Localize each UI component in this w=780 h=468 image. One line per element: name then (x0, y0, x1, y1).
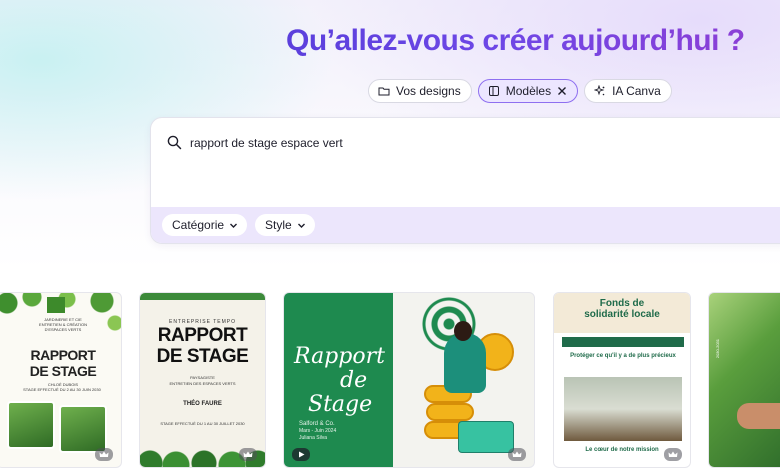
crown-icon (99, 451, 109, 457)
year-label: 2030-2031 (715, 339, 720, 359)
sparkle-icon (594, 85, 605, 96)
meta-line: Salford & Co. (299, 421, 335, 427)
template-card[interactable]: ENTREPRISE TEMPO RAPPORT DE STAGE PAYSAG… (139, 292, 266, 468)
template-title: Fonds de solidarité locale (554, 298, 690, 320)
template-card[interactable]: Rapport de Stage Salford & Co. Mars - Ju… (283, 292, 535, 468)
search-row[interactable]: rapport de stage espace vert (167, 135, 343, 150)
title-line: solidarité locale (584, 309, 660, 320)
filter-categorie[interactable]: Catégorie (162, 214, 248, 236)
title-line: DE STAGE (156, 346, 249, 367)
crown-icon (512, 451, 522, 457)
folder-icon (378, 87, 390, 96)
section-heading: Protéger ce qu'il y a de plus précieux (570, 353, 676, 359)
play-icon (298, 451, 304, 458)
top-band (140, 293, 265, 300)
title-line: RAPPORT (30, 347, 96, 363)
filter-bar: Catégorie Style (151, 207, 780, 243)
template-icon (488, 86, 499, 96)
template-title: RAPPORT DE STAGE (140, 325, 265, 367)
title-line: Rapport (294, 344, 385, 369)
intern-name: THÉO FAURE (183, 401, 222, 407)
close-icon[interactable] (557, 86, 567, 96)
period: STAGE EFFECTUÉ DU 1 AU 30 JUILLET 2030 (160, 421, 245, 426)
role: PAYSAGISTE ENTRETIEN DES ESPACES VERTS (140, 375, 265, 387)
template-title: RAPPORT DE STAGE (5, 347, 121, 379)
period: STAGE EFFECTUÉ DU 2 AU 30 JUIN 2030 (23, 387, 101, 392)
title-line: Fonds de (599, 298, 645, 309)
tab-label: IA Canva (612, 84, 661, 98)
title-line: DE STAGE (29, 363, 97, 379)
photo (59, 405, 107, 453)
video-badge (292, 448, 310, 461)
search-input[interactable]: rapport de stage espace vert (190, 136, 343, 150)
page-headline: Qu’allez-vous créer aujourd’hui ? (286, 24, 745, 57)
tab-label: Modèles (505, 84, 552, 98)
meta-line: Juliana Silva (299, 435, 328, 441)
tab-label: Vos designs (396, 84, 461, 98)
role-line: ENTRETIEN DES ESPACES VERTS (169, 381, 236, 386)
template-card[interactable]: 2030-2031 (708, 292, 780, 468)
credit-card-illustration (458, 421, 514, 453)
meta-line: Mars - Juin 2024 (299, 428, 337, 434)
template-title: Rapport de Stage (294, 345, 389, 417)
filter-label: Style (265, 218, 292, 232)
chevron-down-icon (297, 223, 305, 228)
person-head (454, 321, 472, 341)
crown-icon (243, 451, 253, 457)
search-box[interactable]: rapport de stage espace vert Catégorie S… (150, 117, 780, 244)
person-illustration (444, 333, 486, 393)
title-line: Stage (308, 392, 373, 417)
crown-icon (668, 451, 678, 457)
tab-vos-designs[interactable]: Vos designs (368, 79, 472, 103)
title-line: de (340, 368, 368, 393)
premium-badge (664, 448, 682, 461)
search-icon (167, 135, 182, 150)
photo (7, 401, 55, 449)
template-card[interactable]: JARDINERIE ET CIE ENTRETIEN & CRÉATION D… (0, 292, 122, 468)
filter-style[interactable]: Style (255, 214, 315, 236)
plant-photo (564, 377, 682, 441)
filter-label: Catégorie (172, 218, 225, 232)
template-card[interactable]: Fonds de solidarité locale Protéger ce q… (553, 292, 691, 468)
tab-modeles[interactable]: Modèles (477, 79, 579, 103)
premium-badge (508, 448, 526, 461)
org-line: D'ESPACES VERTS (44, 327, 82, 332)
template-results: JARDINERIE ET CIE ENTRETIEN & CRÉATION D… (0, 292, 780, 468)
title-line: RAPPORT (157, 325, 248, 346)
logo (47, 297, 65, 313)
meta: Salford & Co. Mars - Juin 2024 Juliana S… (299, 421, 336, 442)
coin-illustration (426, 403, 474, 421)
tab-ia-canva[interactable]: IA Canva (584, 79, 672, 103)
chevron-down-icon (230, 223, 238, 228)
info-bar (562, 337, 684, 347)
premium-badge (95, 448, 113, 461)
hand-illustration (737, 403, 780, 429)
search-scope-tabs: Vos designs Modèles IA Canva (368, 79, 672, 103)
premium-badge (239, 448, 257, 461)
